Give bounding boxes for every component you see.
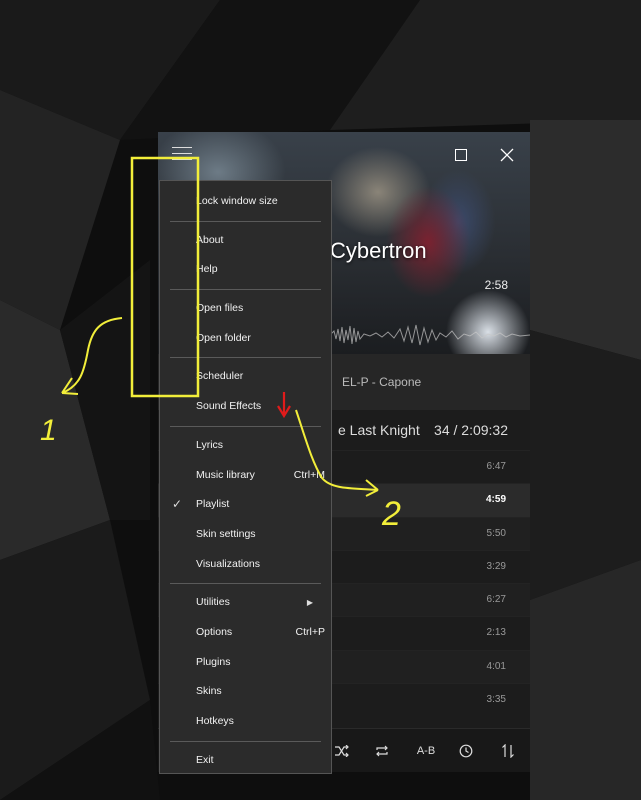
now-playing-artist: EL-P - Capone	[342, 375, 422, 389]
menu-item-label: Open folder	[196, 331, 251, 344]
menu-item-exit[interactable]: Exit	[160, 746, 331, 776]
menu-item-utilities[interactable]: Utilities ▶	[160, 588, 331, 618]
menu-item-label: Open files	[196, 302, 244, 315]
menu-item-label: Sound Effects	[196, 400, 262, 413]
checkmark-icon: ✓	[172, 497, 183, 512]
menu-shortcut: Ctrl+P	[295, 625, 325, 638]
close-icon[interactable]	[484, 132, 530, 178]
menu-item-label: Lyrics	[196, 438, 224, 451]
row-duration: 3:29	[486, 560, 506, 572]
menu-item-skin-settings[interactable]: Skin settings	[160, 520, 331, 550]
menu-item-plugins[interactable]: Plugins	[160, 648, 331, 678]
menu-item-label: Options	[196, 625, 233, 638]
menu-separator	[170, 425, 321, 427]
waveform[interactable]	[330, 317, 530, 353]
minimize-icon[interactable]	[392, 132, 438, 178]
menu-item-label: Playlist	[196, 498, 230, 511]
menu-item-open-files[interactable]: Open files	[160, 294, 331, 324]
ab-repeat-button[interactable]: A-B	[412, 741, 440, 761]
row-duration: 4:01	[486, 660, 506, 672]
menu-item-visualizations[interactable]: Visualizations	[160, 550, 331, 580]
sort-icon[interactable]	[496, 741, 520, 761]
row-duration: 3:35	[486, 694, 506, 706]
menu-item-skins[interactable]: Skins	[160, 677, 331, 707]
main-menu: Lock window size About Help Open files O…	[159, 180, 332, 774]
menu-item-open-folder[interactable]: Open folder	[160, 324, 331, 354]
track-time: 2:58	[484, 278, 508, 292]
menu-item-label: Help	[196, 263, 218, 276]
maximize-icon[interactable]	[438, 132, 484, 178]
playlist-count: 34 / 2:09:32	[434, 422, 508, 438]
menu-item-label: Music library	[196, 468, 255, 481]
row-duration: 5:50	[486, 527, 506, 539]
menu-item-label: Scheduler	[196, 370, 244, 383]
menu-separator	[170, 220, 321, 222]
menu-item-about[interactable]: About	[160, 226, 331, 256]
shuffle-icon[interactable]	[330, 741, 354, 761]
menu-item-music-library[interactable]: Music library Ctrl+M	[160, 461, 331, 491]
menu-item-lock-window-size[interactable]: Lock window size	[160, 187, 331, 217]
menu-item-label: Skins	[196, 685, 222, 698]
menu-item-label: Skin settings	[196, 527, 256, 540]
menu-item-sound-effects[interactable]: Sound Effects	[160, 392, 331, 422]
menu-item-hotkeys[interactable]: Hotkeys	[160, 707, 331, 737]
menu-separator	[170, 357, 321, 359]
menu-item-label: Hotkeys	[196, 715, 234, 727]
menu-item-label: Plugins	[196, 655, 231, 668]
menu-item-scheduler[interactable]: Scheduler	[160, 362, 331, 392]
track-title: Cybertron	[330, 238, 427, 263]
menu-item-help[interactable]: Help	[160, 255, 331, 285]
menu-item-label: Lock window size	[196, 195, 278, 207]
menu-item-lyrics[interactable]: Lyrics	[160, 431, 331, 461]
menu-icon[interactable]	[170, 142, 194, 166]
playlist-name: e Last Knight	[338, 422, 420, 438]
menu-item-label: Exit	[196, 753, 214, 766]
window-controls	[392, 132, 530, 178]
row-duration: 6:27	[486, 594, 506, 606]
row-duration: 6:47	[486, 461, 506, 472]
row-duration: 2:13	[486, 627, 506, 639]
menu-separator	[170, 289, 321, 291]
menu-separator	[170, 740, 321, 742]
menu-item-label: About	[196, 233, 224, 246]
menu-item-label: Utilities	[196, 596, 230, 609]
repeat-icon[interactable]	[370, 741, 394, 761]
menu-item-options[interactable]: Options Ctrl+P	[160, 618, 331, 648]
submenu-arrow-icon: ▶	[306, 598, 313, 608]
menu-item-playlist[interactable]: ✓ Playlist	[160, 490, 331, 520]
menu-separator	[170, 583, 321, 585]
row-duration: 4:59	[485, 494, 506, 506]
menu-item-label: Visualizations	[196, 557, 261, 570]
clock-icon[interactable]	[454, 741, 478, 761]
menu-shortcut: Ctrl+M	[293, 468, 325, 481]
